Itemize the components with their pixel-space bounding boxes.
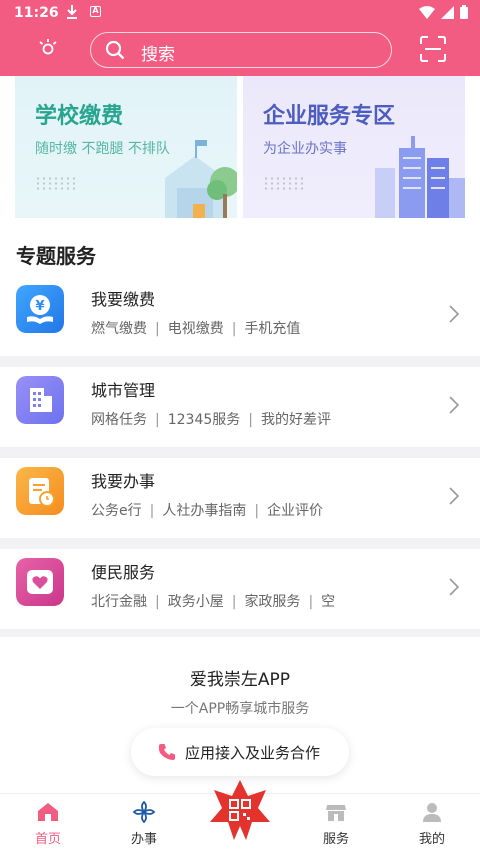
banner-school-fee[interactable]: 学校缴费 随时缴 不跑腿 不排队: [15, 76, 237, 218]
signal-icon: [441, 5, 454, 19]
banner-title: 学校缴费: [35, 104, 124, 129]
home-icon: [38, 803, 58, 821]
yuan-hand-icon: ¥: [16, 285, 64, 333]
sublink-item[interactable]: 空: [321, 594, 335, 610]
sublink-item[interactable]: 政务小屋: [168, 594, 224, 610]
shop-icon: [326, 805, 346, 821]
tab-label: 服务: [322, 832, 349, 847]
status-a-icon: A: [90, 6, 101, 17]
card-sublinks: 网格任务 | 12345服务 | 我的好差评: [91, 412, 331, 428]
sublink-item[interactable]: 电视缴费: [168, 321, 224, 337]
banner-subtitle: 随时缴 不跑腿 不排队: [35, 141, 170, 157]
document-clock-icon: [16, 467, 64, 515]
city-illustration: [375, 136, 465, 218]
heart-icon: [16, 558, 64, 606]
card-title: 我要办事: [91, 472, 156, 491]
download-icon: [67, 5, 77, 19]
service-card-payment[interactable]: ¥ 我要缴费 燃气缴费 | 电视缴费 | 手机充值: [0, 276, 480, 356]
chevron-right-icon: [449, 396, 460, 414]
sun-scan-icon[interactable]: [38, 38, 58, 58]
chevron-right-icon: [449, 487, 460, 505]
sublink-item[interactable]: 公务e行: [91, 503, 142, 519]
section-title: 专题服务: [16, 244, 96, 268]
chevron-right-icon: [449, 305, 460, 323]
sublink-item[interactable]: 家政服务: [244, 594, 300, 610]
battery-icon: [460, 5, 468, 19]
building-icon: [16, 376, 64, 424]
footer-subtitle: 一个APP畅享城市服务: [170, 701, 310, 717]
tab-mine[interactable]: 我的: [397, 794, 467, 853]
status-time: 11:26: [14, 5, 59, 21]
tab-label: 首页: [34, 832, 61, 847]
banner-enterprise[interactable]: 企业服务专区 为企业办实事: [243, 76, 465, 218]
cooperation-button[interactable]: 应用接入及业务合作: [131, 728, 349, 776]
banner-title: 企业服务专区: [263, 104, 396, 129]
footer-title: 爱我崇左APP: [189, 670, 291, 690]
tab-label: 我的: [418, 832, 445, 847]
status-bar: 11:26 A: [0, 0, 480, 26]
search-icon: [105, 40, 125, 60]
search-input[interactable]: 搜索: [90, 32, 392, 68]
sublink-item[interactable]: 企业评价: [267, 503, 323, 519]
dot-pattern: [263, 176, 305, 190]
tab-service[interactable]: 服务: [301, 794, 371, 853]
sublink-item[interactable]: 燃气缴费: [91, 321, 147, 337]
cooperation-button-label: 应用接入及业务合作: [185, 744, 321, 762]
tab-home[interactable]: 首页: [13, 794, 83, 853]
sublink-item[interactable]: 我的好差评: [261, 412, 331, 428]
phone-icon: [158, 744, 175, 760]
school-illustration: [165, 140, 237, 218]
card-title: 城市管理: [91, 381, 156, 400]
service-card-affairs[interactable]: 我要办事 公务e行 | 人社办事指南 | 企业评价: [0, 458, 480, 538]
knot-icon: [132, 800, 156, 824]
chevron-right-icon: [449, 578, 460, 596]
sublink-item[interactable]: 手机充值: [244, 321, 300, 337]
status-indicators: [419, 5, 468, 19]
sublink-item[interactable]: 北行金融: [91, 594, 147, 610]
qr-scan-icon[interactable]: [419, 35, 447, 63]
tab-label: 办事: [130, 832, 157, 847]
svg-text:¥: ¥: [35, 299, 44, 314]
user-icon: [423, 803, 441, 822]
qr-flower-icon[interactable]: [208, 778, 272, 842]
card-sublinks: 公务e行 | 人社办事指南 | 企业评价: [91, 503, 324, 519]
sublink-item[interactable]: 人社办事指南: [162, 503, 246, 519]
service-card-convenience[interactable]: 便民服务 北行金融 | 政务小屋 | 家政服务 | 空: [0, 549, 480, 629]
search-placeholder: 搜索: [141, 45, 175, 65]
card-sublinks: 北行金融 | 政务小屋 | 家政服务 | 空: [91, 594, 336, 610]
banner-subtitle: 为企业办实事: [263, 141, 347, 157]
service-card-city[interactable]: 城市管理 网格任务 | 12345服务 | 我的好差评: [0, 367, 480, 447]
wifi-icon: [419, 5, 435, 19]
card-title: 我要缴费: [91, 290, 156, 309]
card-title: 便民服务: [91, 563, 156, 582]
tab-affairs[interactable]: 办事: [109, 794, 179, 853]
sublink-item[interactable]: 12345服务: [168, 412, 241, 428]
dot-pattern: [35, 176, 77, 190]
sublink-item[interactable]: 网格任务: [91, 412, 147, 428]
card-sublinks: 燃气缴费 | 电视缴费 | 手机充值: [91, 321, 301, 337]
